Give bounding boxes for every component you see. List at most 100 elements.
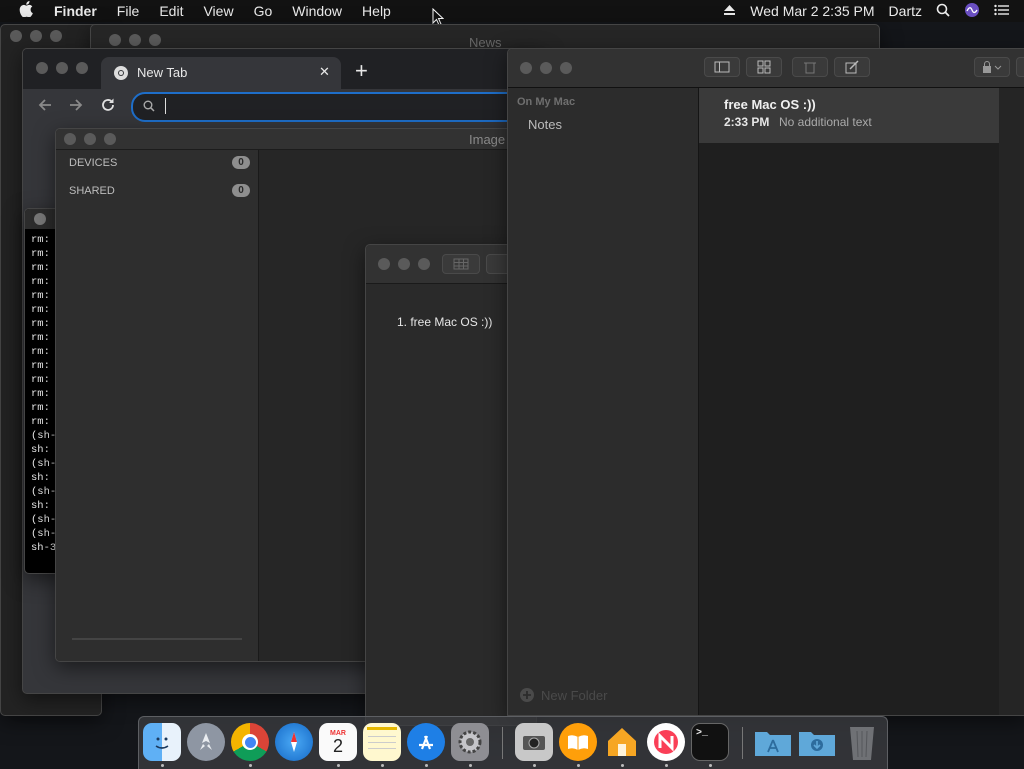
- tab-close-icon[interactable]: ✕: [319, 64, 330, 80]
- eject-icon[interactable]: [723, 3, 736, 19]
- address-bar[interactable]: [131, 92, 543, 122]
- finder-icon[interactable]: [143, 723, 181, 761]
- close-button[interactable]: [64, 133, 76, 145]
- zoom-button[interactable]: [560, 62, 572, 74]
- books-icon[interactable]: [559, 723, 597, 761]
- calendar-day: 2: [332, 735, 343, 756]
- terminal-icon[interactable]: >_: [691, 723, 729, 761]
- count-badge: 0: [232, 184, 250, 197]
- lock-button[interactable]: [974, 57, 1010, 77]
- close-button[interactable]: [378, 258, 390, 270]
- running-indicator: [665, 764, 668, 767]
- news-icon[interactable]: [647, 723, 685, 761]
- share-button[interactable]: [1016, 57, 1024, 77]
- back-arrow-icon[interactable]: [37, 97, 53, 116]
- running-indicator: [425, 764, 428, 767]
- image-capture-sidebar: DEVICES 0 SHARED 0: [56, 150, 259, 661]
- notes-window: On My Mac Notes New Folder free Mac OS :…: [507, 48, 1024, 716]
- reload-icon[interactable]: [100, 97, 116, 116]
- zoom-button[interactable]: [50, 30, 62, 42]
- chrome-tab[interactable]: New Tab ✕: [101, 57, 341, 89]
- apple-menu-icon[interactable]: [18, 1, 34, 21]
- zoom-button[interactable]: [76, 62, 88, 74]
- menu-app-finder[interactable]: Finder: [54, 3, 97, 19]
- zoom-button[interactable]: [418, 258, 430, 270]
- compose-icon: [845, 60, 859, 74]
- spotlight-search-icon[interactable]: [936, 3, 950, 20]
- running-indicator: [381, 764, 384, 767]
- system-preferences-icon[interactable]: [451, 723, 489, 761]
- image-capture-icon[interactable]: [515, 723, 553, 761]
- menu-file[interactable]: File: [117, 3, 140, 19]
- sidebar-icon: [714, 61, 730, 73]
- sidebar-item-shared[interactable]: SHARED 0: [56, 184, 258, 202]
- sidebar-divider: [72, 638, 242, 640]
- minimize-button[interactable]: [129, 34, 141, 46]
- menu-edit[interactable]: Edit: [159, 3, 183, 19]
- notes-icon[interactable]: [363, 723, 401, 761]
- note-editor[interactable]: [999, 88, 1024, 715]
- minimize-button[interactable]: [30, 30, 42, 42]
- table-button[interactable]: [442, 254, 480, 274]
- dock: MAR 2 >_: [138, 716, 888, 769]
- chrome-tab-title: New Tab: [137, 65, 188, 80]
- list-item[interactable]: free Mac OS :)) 2:33 PM No additional te…: [699, 88, 999, 143]
- note-preview: No additional text: [779, 115, 872, 129]
- dock-divider: [742, 727, 743, 759]
- forward-arrow-icon[interactable]: [68, 97, 84, 116]
- close-button[interactable]: [10, 30, 22, 42]
- notes-list: free Mac OS :)) 2:33 PM No additional te…: [699, 88, 999, 715]
- close-button[interactable]: [36, 62, 48, 74]
- running-indicator: [577, 764, 580, 767]
- zoom-button[interactable]: [149, 34, 161, 46]
- trash-icon[interactable]: [843, 723, 881, 761]
- running-indicator: [469, 764, 472, 767]
- running-indicator: [533, 764, 536, 767]
- running-indicator: [337, 764, 340, 767]
- app-store-icon[interactable]: [407, 723, 445, 761]
- menu-window[interactable]: Window: [292, 3, 342, 19]
- gallery-view-button[interactable]: [746, 57, 782, 77]
- folder-notes[interactable]: Notes: [528, 117, 562, 132]
- running-indicator: [621, 764, 624, 767]
- safari-icon[interactable]: [275, 723, 313, 761]
- sidebar-item-label: SHARED: [69, 185, 115, 197]
- minimize-button[interactable]: [56, 62, 68, 74]
- running-indicator: [709, 764, 712, 767]
- launchpad-icon[interactable]: [187, 723, 225, 761]
- calendar-icon[interactable]: MAR 2: [319, 723, 357, 761]
- text-cursor: [165, 98, 166, 114]
- close-button[interactable]: [520, 62, 532, 74]
- compose-button[interactable]: [834, 57, 870, 77]
- minimize-button[interactable]: [540, 62, 552, 74]
- siri-icon[interactable]: [964, 2, 980, 21]
- new-folder-button[interactable]: New Folder: [519, 687, 607, 703]
- sidebar-item-devices[interactable]: DEVICES 0: [56, 156, 258, 174]
- notes-sidebar: On My Mac Notes New Folder: [508, 88, 699, 715]
- downloads-folder-icon[interactable]: [797, 723, 835, 761]
- minimize-button[interactable]: [84, 133, 96, 145]
- sidebar-toggle-button[interactable]: [704, 57, 740, 77]
- new-tab-button[interactable]: +: [355, 58, 368, 84]
- menu-clock[interactable]: Wed Mar 2 2:35 PM: [750, 3, 874, 19]
- zoom-button[interactable]: [104, 133, 116, 145]
- list-item[interactable]: 1. free Mac OS :)): [397, 315, 492, 329]
- applications-folder-icon[interactable]: [753, 723, 791, 761]
- section-header: On My Mac: [517, 96, 576, 108]
- close-button[interactable]: [109, 34, 121, 46]
- chrome-icon[interactable]: [231, 723, 269, 761]
- home-icon[interactable]: [603, 723, 641, 761]
- menu-view[interactable]: View: [203, 3, 233, 19]
- grid-icon: [757, 60, 771, 74]
- menu-help[interactable]: Help: [362, 3, 391, 19]
- plus-circle-icon: [520, 688, 534, 702]
- menu-user[interactable]: Dartz: [889, 3, 922, 19]
- menu-bar: Finder File Edit View Go Window Help Wed…: [0, 0, 1024, 22]
- delete-button[interactable]: [792, 57, 828, 77]
- dock-divider: [502, 727, 503, 759]
- menu-go[interactable]: Go: [254, 3, 273, 19]
- close-button[interactable]: [34, 213, 46, 225]
- notification-center-icon[interactable]: [994, 3, 1010, 19]
- minimize-button[interactable]: [398, 258, 410, 270]
- trash-icon: [804, 62, 816, 74]
